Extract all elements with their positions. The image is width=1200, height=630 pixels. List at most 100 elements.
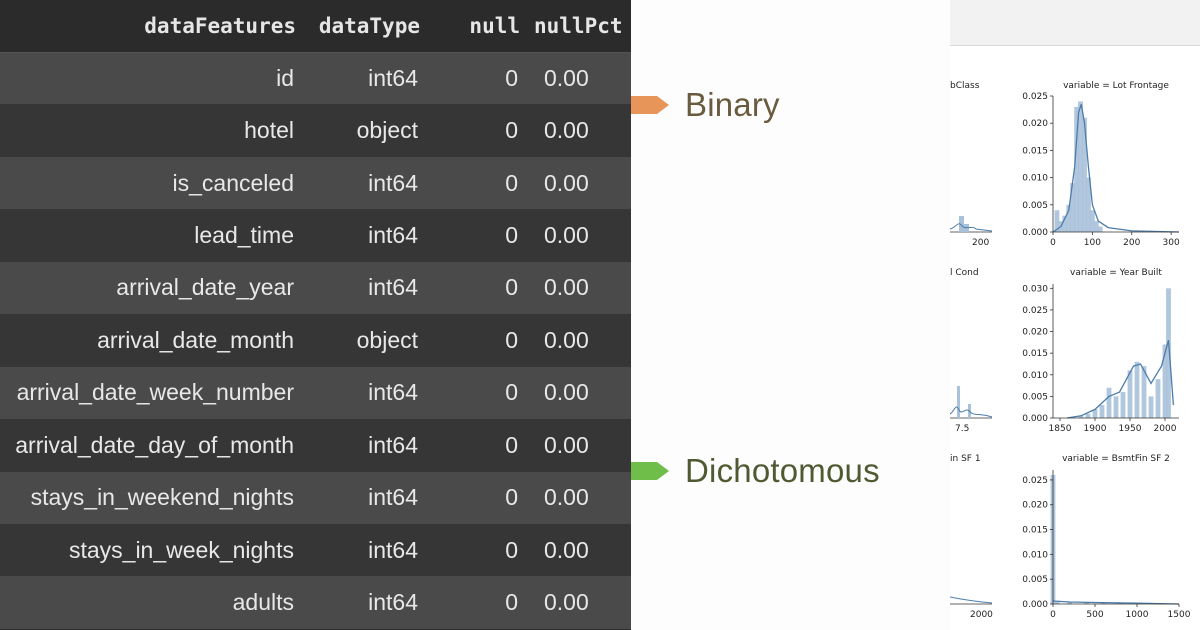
histogram-bar (1127, 370, 1133, 418)
partial-plot-title-top: bClass (950, 81, 980, 91)
x-tick-label: 0 (1050, 610, 1056, 620)
cell-dtype: int64 (296, 523, 420, 577)
cell-nullpct: 0.00 (520, 419, 631, 472)
cell-feature: adults (0, 576, 296, 629)
cell-feature: stays_in_week_nights (0, 523, 296, 577)
table-row: adults int64 0 0.00 (0, 576, 631, 629)
cell-feature: lead_time (0, 209, 296, 262)
header-nullpct: nullPct (520, 0, 631, 53)
cell-null: 0 (420, 52, 520, 105)
header-null: null (420, 0, 520, 53)
binary-arrow-shape (631, 96, 669, 114)
header-datafeatures: dataFeatures (0, 0, 296, 53)
table-header-row: dataFeatures dataType null nullPct (0, 0, 631, 53)
table-row: is_canceled int64 0 0.00 (0, 156, 631, 210)
cell-nullpct: 0.00 (520, 576, 631, 629)
binary-label: Binary (685, 86, 780, 123)
histogram-bar (1113, 396, 1119, 418)
cell-null: 0 (420, 366, 520, 420)
cell-null: 0 (420, 523, 520, 577)
partial-tick-mid: 7.5 (955, 424, 969, 434)
cell-nullpct: 0.00 (520, 471, 631, 524)
right-arrow-icon (631, 96, 669, 114)
partial-kde-line (950, 223, 993, 232)
y-tick-label: 0.020 (1022, 119, 1048, 129)
x-tick-label: 1500 (1168, 610, 1191, 620)
table-row: lead_time int64 0 0.00 (0, 209, 631, 262)
dichotomous-arrow-shape (631, 462, 669, 480)
y-tick-label: 0.015 (1022, 146, 1048, 156)
y-tick-label: 0.010 (1022, 550, 1048, 560)
x-tick-label: 1900 (1084, 424, 1107, 434)
cell-dtype: int64 (296, 209, 420, 262)
partial-plot-column: bClass 200 l Cond 7.5 in SF 1 2000 (950, 81, 993, 620)
cell-null: 0 (420, 576, 520, 629)
distribution-plots-svg: bClass 200 l Cond 7.5 in SF 1 2000 varia… (950, 81, 1191, 620)
y-tick-label: 0.000 (1022, 414, 1048, 424)
y-tick-label: 0.020 (1022, 501, 1048, 511)
right-arrow-icon (631, 462, 669, 480)
distribution-plot: variable = Lot Frontage 0.000 0.005 0.010 0.… (1022, 81, 1180, 248)
y-tick-label: 0.020 (1022, 328, 1048, 338)
table-row: arrival_date_day_of_month int64 0 0.00 (0, 419, 631, 472)
cell-null: 0 (420, 209, 520, 262)
distribution-plot: variable = BsmtFin SF 2 0.000 0.005 0.010 0.… (1022, 454, 1190, 620)
cell-null: 0 (420, 261, 520, 315)
partial-kde-line (950, 596, 993, 604)
x-tick-label: 0 (1050, 238, 1056, 248)
cell-feature: arrival_date_month (0, 314, 296, 367)
partial-tick-bottom: 2000 (970, 610, 993, 620)
cell-null: 0 (420, 104, 520, 157)
table-row: id int64 0 0.00 (0, 52, 631, 105)
y-tick-label: 0.005 (1022, 575, 1048, 585)
x-tick-label: 300 (1163, 238, 1180, 248)
y-tick-label: 0.010 (1022, 371, 1048, 381)
cell-nullpct: 0.00 (520, 261, 631, 315)
y-tick-label: 0.005 (1022, 201, 1048, 211)
histogram-bar (1134, 361, 1140, 418)
histogram-bar (1148, 396, 1154, 418)
partial-tick-top: 200 (972, 238, 989, 248)
cell-dtype: int64 (296, 576, 420, 629)
cell-null: 0 (420, 156, 520, 210)
cell-nullpct: 0.00 (520, 156, 631, 210)
plot-title: variable = BsmtFin SF 2 (1062, 454, 1170, 464)
table-row: stays_in_week_nights int64 0 0.00 (0, 523, 631, 577)
cell-feature: arrival_date_year (0, 261, 296, 315)
cell-nullpct: 0.00 (520, 523, 631, 577)
y-tick-label: 0.025 (1022, 92, 1048, 102)
cell-nullpct: 0.00 (520, 366, 631, 420)
x-tick-label: 2000 (1154, 424, 1177, 434)
table-row: hotel object 0 0.00 (0, 104, 631, 157)
table-row: arrival_date_month object 0 0.00 (0, 314, 631, 367)
x-tick-label: 200 (1123, 238, 1140, 248)
x-tick-label: 100 (1084, 238, 1101, 248)
cell-dtype: int64 (296, 261, 420, 315)
cell-feature: stays_in_weekend_nights (0, 471, 296, 524)
cell-feature: arrival_date_week_number (0, 366, 296, 420)
cell-dtype: int64 (296, 156, 420, 210)
x-tick-label: 500 (1086, 610, 1103, 620)
cell-nullpct: 0.00 (520, 209, 631, 262)
cell-dtype: int64 (296, 52, 420, 105)
cell-nullpct: 0.00 (520, 314, 631, 367)
histogram-bar (1120, 392, 1126, 418)
header-datatype: dataType (296, 0, 420, 53)
cell-dtype: object (296, 314, 420, 367)
cell-feature: is_canceled (0, 156, 296, 210)
binary-label-row: Binary (631, 86, 780, 124)
y-tick-label: 0.030 (1022, 284, 1048, 294)
cell-dtype: int64 (296, 366, 420, 420)
table-row: arrival_date_week_number int64 0 0.00 (0, 366, 631, 420)
x-tick-label: 1000 (1126, 610, 1149, 620)
cell-null: 0 (420, 419, 520, 472)
dichotomous-label-row: Dichotomous (631, 452, 880, 490)
data-summary-table: dataFeatures dataType null nullPct id int… (0, 0, 631, 629)
partial-bar (957, 386, 960, 418)
cell-nullpct: 0.00 (520, 104, 631, 157)
histogram-bar (1155, 379, 1161, 418)
histogram-bar (1099, 405, 1105, 418)
y-tick-label: 0.025 (1022, 306, 1048, 316)
partial-plot-title-mid: l Cond (950, 268, 979, 278)
data-summary-table-panel: dataFeatures dataType null nullPct id int… (0, 0, 631, 630)
